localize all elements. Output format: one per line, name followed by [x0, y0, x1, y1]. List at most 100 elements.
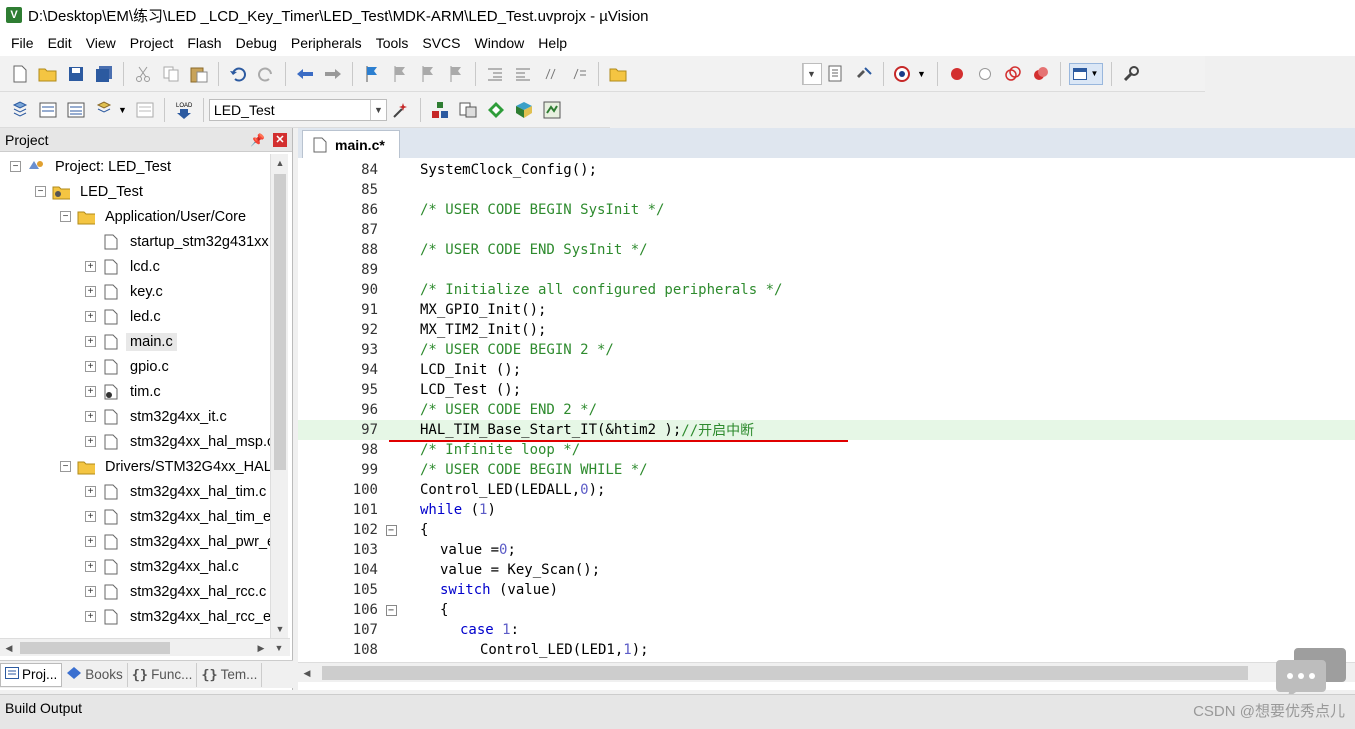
close-icon[interactable]: ✕ — [273, 132, 287, 147]
tree-item[interactable]: + stm32g4xx_hal_tim.c — [85, 479, 270, 504]
collapse-icon[interactable]: − — [60, 211, 71, 222]
scroll-up-arrow-icon[interactable]: ▲ — [271, 154, 289, 172]
menu-edit[interactable]: Edit — [41, 35, 79, 51]
tree-item[interactable]: + stm32g4xx_hal.c — [85, 554, 243, 579]
pin-icon[interactable]: 📌 — [250, 133, 265, 147]
expand-icon[interactable]: + — [85, 261, 96, 272]
tree-item[interactable]: + led.c — [85, 304, 165, 329]
code-area[interactable]: 84 SystemClock_Config(); 85 86 /* USER CODE … — [298, 160, 1355, 660]
tree-item[interactable]: − LED_Test — [35, 179, 147, 204]
window-layout-icon[interactable]: ▼ — [1068, 62, 1103, 85]
menu-flash[interactable]: Flash — [180, 35, 228, 51]
chevron-down-icon[interactable]: ▼ — [118, 105, 127, 115]
hscroll-thumb[interactable] — [20, 642, 170, 654]
stop-build-icon[interactable] — [134, 99, 156, 121]
bottom-tab[interactable]: {} Tem... — [197, 662, 263, 687]
pack-installer-icon[interactable] — [513, 99, 535, 121]
project-tree-hscrollbar[interactable]: ◀ ▶ ▼ — [0, 638, 290, 656]
find-replace-icon[interactable] — [853, 63, 875, 85]
tree-item[interactable]: + key.c — [85, 279, 167, 304]
breakpoint-icon[interactable] — [946, 63, 968, 85]
file-extensions-icon[interactable] — [457, 99, 479, 121]
chevron-down-icon[interactable]: ▼ — [917, 69, 926, 79]
expand-icon[interactable]: + — [85, 511, 96, 522]
clear-bookmarks-icon[interactable] — [445, 63, 467, 85]
editor-hscroll-thumb[interactable] — [322, 666, 1248, 680]
new-file-icon[interactable] — [9, 63, 31, 85]
incremental-find-icon[interactable] — [825, 63, 847, 85]
bottom-tab[interactable]: Books — [62, 662, 128, 687]
chat-bubble-icon[interactable] — [1276, 646, 1346, 696]
menu-tools[interactable]: Tools — [369, 35, 416, 51]
tree-item[interactable]: + stm32g4xx_hal_msp.c — [85, 429, 270, 454]
prev-bookmark-icon[interactable] — [389, 63, 411, 85]
tree-item[interactable]: + gpio.c — [85, 354, 173, 379]
next-bookmark-icon[interactable] — [417, 63, 439, 85]
build-icon[interactable] — [37, 99, 59, 121]
cut-icon[interactable] — [132, 63, 154, 85]
expand-icon[interactable]: + — [85, 536, 96, 547]
unindent-icon[interactable] — [512, 63, 534, 85]
tree-item[interactable]: + stm32g4xx_hal_tim_ex.c — [85, 504, 270, 529]
expand-icon[interactable]: + — [85, 311, 96, 322]
bottom-tab[interactable]: {} Func... — [128, 662, 198, 687]
bottom-tab[interactable]: Proj... — [0, 662, 63, 687]
editor-hscrollbar[interactable]: ◀ — [298, 662, 1355, 682]
menu-peripherals[interactable]: Peripherals — [284, 35, 369, 51]
expand-icon[interactable]: + — [85, 286, 96, 297]
save-icon[interactable] — [65, 63, 87, 85]
expand-icon[interactable]: + — [85, 411, 96, 422]
tree-item[interactable]: + tim.c — [85, 379, 165, 404]
tree-item[interactable]: − Application/User/Core — [60, 204, 250, 229]
event-recorder-icon[interactable] — [541, 99, 563, 121]
undo-icon[interactable] — [227, 63, 249, 85]
collapse-icon[interactable]: − — [60, 461, 71, 472]
indent-icon[interactable] — [484, 63, 506, 85]
comment-icon[interactable] — [540, 63, 562, 85]
navigate-back-icon[interactable] — [294, 63, 316, 85]
scroll-left-arrow-icon[interactable]: ◀ — [298, 664, 316, 682]
paste-icon[interactable] — [188, 63, 210, 85]
menu-svcs[interactable]: SVCS — [415, 35, 467, 51]
tree-item[interactable]: + stm32g4xx_hal_rcc.c — [85, 579, 270, 604]
redo-icon[interactable] — [255, 63, 277, 85]
navigate-forward-icon[interactable] — [322, 63, 344, 85]
batch-build-icon[interactable] — [93, 99, 115, 121]
project-tree-vscrollbar[interactable]: ▲ ▼ — [270, 154, 288, 638]
disable-breakpoint-icon[interactable] — [974, 63, 996, 85]
tree-item[interactable]: + lcd.c — [85, 254, 164, 279]
collapse-icon[interactable]: − — [385, 524, 397, 536]
expand-icon[interactable]: + — [85, 586, 96, 597]
menu-window[interactable]: Window — [468, 35, 532, 51]
menu-file[interactable]: File — [4, 35, 41, 51]
uncomment-icon[interactable] — [568, 63, 590, 85]
translate-icon[interactable] — [9, 99, 31, 121]
configure-icon[interactable] — [1120, 63, 1142, 85]
expand-icon[interactable]: + — [85, 386, 96, 397]
open-folder-icon[interactable] — [37, 63, 59, 85]
target-select[interactable]: LED_Test ▼ — [208, 98, 387, 121]
debug-session-icon[interactable] — [892, 63, 914, 85]
kill-all-breakpoints-icon[interactable] — [1030, 63, 1052, 85]
disable-all-breakpoints-icon[interactable] — [1002, 63, 1024, 85]
collapse-icon[interactable]: − — [10, 161, 21, 172]
menu-project[interactable]: Project — [123, 35, 181, 51]
menu-debug[interactable]: Debug — [229, 35, 284, 51]
find-in-files-icon[interactable] — [607, 63, 629, 85]
editor-tab-main-c[interactable]: main.c* — [302, 130, 400, 158]
collapse-icon[interactable]: − — [35, 186, 46, 197]
tree-item[interactable]: + stm32g4xx_hal_rcc_ex.c — [85, 604, 270, 629]
expand-icon[interactable]: + — [85, 436, 96, 447]
tree-item[interactable]: + stm32g4xx_it.c — [85, 404, 231, 429]
expand-icon[interactable]: + — [85, 611, 96, 622]
tree-item[interactable]: + stm32g4xx_hal_pwr_ex.c — [85, 529, 270, 554]
scroll-left-arrow-icon[interactable]: ◀ — [0, 639, 18, 657]
expand-icon[interactable]: + — [85, 336, 96, 347]
select-software-packs-icon[interactable] — [485, 99, 507, 121]
scroll-right-arrow-icon[interactable]: ▶ — [252, 639, 270, 657]
scroll-down-arrow-icon[interactable]: ▼ — [271, 620, 289, 638]
tree-item[interactable]: startup_stm32g431xx — [85, 229, 270, 254]
tree-item[interactable]: − Project: LED_Test — [10, 154, 175, 179]
rebuild-icon[interactable] — [65, 99, 87, 121]
collapse-icon[interactable]: − — [385, 604, 397, 616]
